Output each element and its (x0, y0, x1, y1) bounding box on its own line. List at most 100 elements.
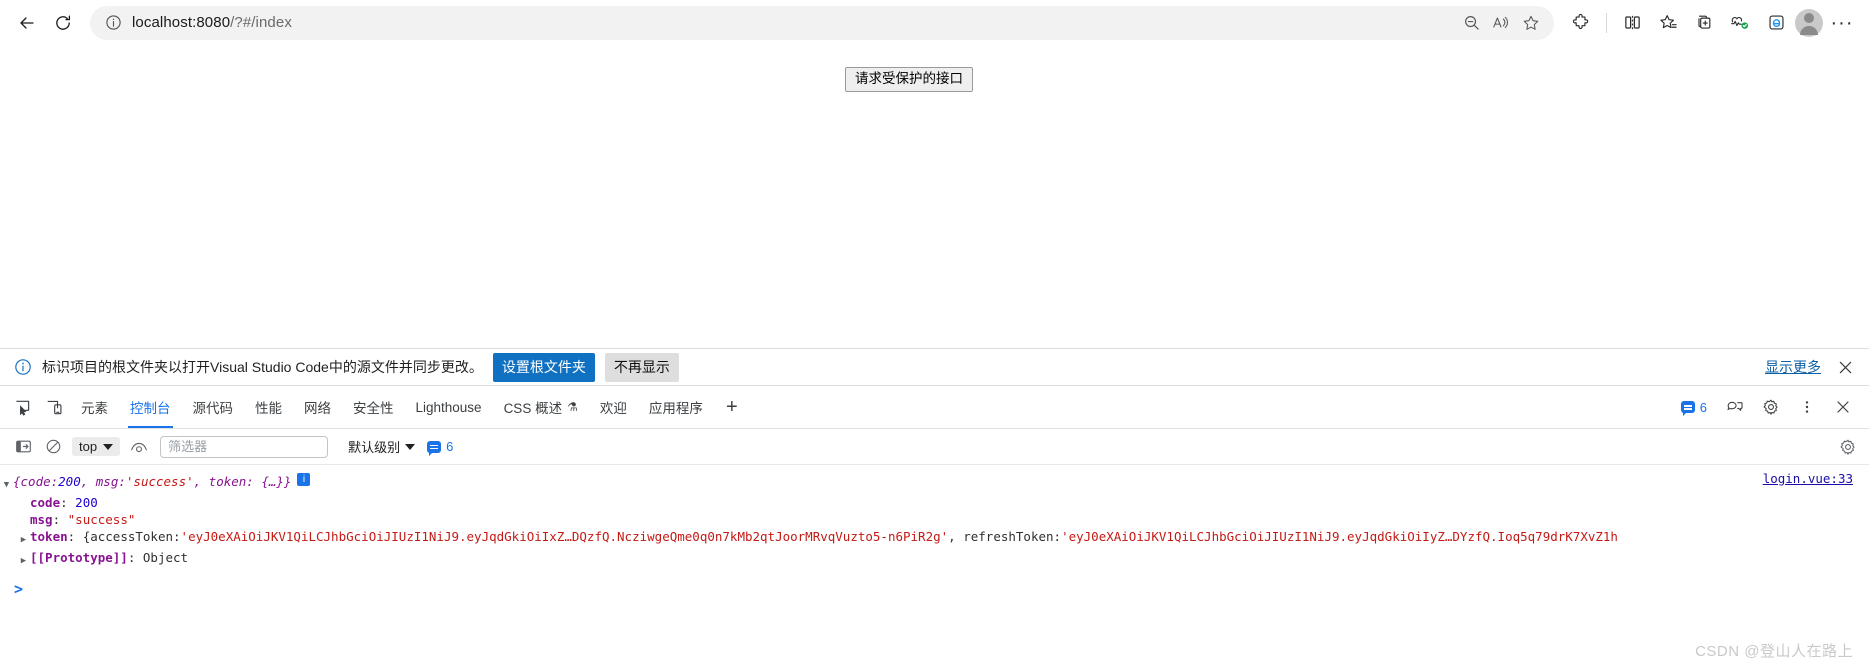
inspect-element-icon[interactable] (6, 386, 38, 428)
browser-essentials-heart-icon[interactable] (1723, 6, 1757, 40)
set-root-folder-button[interactable]: 设置根文件夹 (492, 352, 595, 382)
access-token-value: 'eyJ0eXAiOiJKV1QiLCJhbGciOiJIUzI1NiJ9.ey… (180, 529, 949, 544)
expand-triangle-icon[interactable]: ▼ (0, 473, 13, 494)
log-summary-prefix: {code: (13, 474, 59, 489)
speech-bubble-icon (427, 440, 442, 456)
tab-label: 控制台 (130, 401, 171, 416)
expand-triangle-icon[interactable]: ▶ (17, 549, 30, 570)
favorites-list-icon[interactable] (1651, 6, 1685, 40)
devtools-panel: 元素 控制台 源代码 性能 网络 安全性 Lighthouse CSS 概述 ⚗… (0, 386, 1869, 669)
url-path: /?#/index (230, 14, 292, 31)
close-devtools-icon[interactable] (1827, 399, 1859, 415)
tab-label: 元素 (81, 401, 108, 416)
console-output: login.vue:33 ▼ {code: 200, msg: 'success… (0, 465, 1869, 669)
tab-label: CSS 概述 (503, 401, 563, 416)
log-summary-msg: 'success' (125, 474, 194, 489)
log-prop-row: msg: "success" (30, 512, 136, 527)
url-host: localhost:8080 (132, 14, 231, 31)
add-favorite-star-icon[interactable] (1516, 8, 1546, 38)
more-options-icon[interactable]: ··· (1825, 6, 1859, 40)
tab-label: 应用程序 (648, 401, 703, 416)
console-log-level-select[interactable]: 默认级别 (348, 437, 416, 456)
speech-bubble-icon (1680, 401, 1695, 416)
prop-value: 200 (75, 495, 98, 510)
log-summary-suffix: , token: {…}} (193, 474, 292, 489)
page-viewport: 请求受保护的接口 (0, 45, 1869, 348)
token-open: {accessToken: (82, 529, 181, 544)
token-separator: , refreshToken: (948, 529, 1062, 544)
csdn-watermark: CSDN @登山人在路上 (1695, 643, 1853, 660)
refresh-token-value: 'eyJ0eXAiOiJKV1QiLCJhbGciOiJIUzI1NiJ9.ey… (1061, 529, 1618, 544)
collections-icon[interactable] (1687, 6, 1721, 40)
live-expression-eye-icon[interactable] (126, 435, 152, 459)
tab-security[interactable]: 安全性 (342, 386, 405, 428)
log-prop-row: code: 200 (30, 495, 98, 510)
console-issues-badge[interactable]: 6 (419, 439, 461, 456)
tab-label: 性能 (255, 401, 282, 416)
tab-label: 源代码 (192, 401, 234, 416)
split-screen-icon[interactable] (1615, 6, 1649, 40)
prop-key: code (30, 495, 61, 510)
info-circle-icon (14, 358, 32, 376)
tab-console[interactable]: 控制台 (119, 386, 182, 428)
info-badge-icon[interactable]: i (297, 473, 311, 486)
log-summary-mid: , msg: (80, 474, 126, 489)
level-label: 默认级别 (348, 440, 401, 455)
console-toolbar: top 默认级别 6 (0, 429, 1869, 465)
more-vertical-icon[interactable] (1791, 399, 1823, 415)
url-text: localhost:8080/?#/index (132, 14, 1456, 31)
log-prototype-row[interactable]: ▶ [[Prototype]]: Object (0, 549, 1869, 570)
expand-triangle-icon[interactable]: ▶ (17, 528, 30, 549)
console-settings-gear-icon[interactable] (1835, 435, 1861, 459)
prototype-key: [[Prototype]] (30, 550, 128, 565)
close-icon[interactable] (1835, 357, 1855, 377)
devtools-tabbar-actions: 6 (1673, 386, 1869, 428)
tab-label: 安全性 (353, 401, 394, 416)
toolbar-divider (1606, 12, 1607, 33)
prompt-caret-icon: > (14, 580, 24, 598)
show-more-link[interactable]: 显示更多 (1765, 357, 1821, 377)
request-protected-api-button[interactable]: 请求受保护的接口 (845, 67, 973, 92)
refresh-button[interactable] (46, 6, 80, 40)
address-bar[interactable]: localhost:8080/?#/index (90, 5, 1554, 40)
message-count: 6 (1699, 399, 1707, 415)
tab-sources[interactable]: 源代码 (182, 386, 245, 428)
site-info-icon[interactable] (102, 12, 124, 34)
log-summary-code: 200 (58, 474, 81, 489)
tab-elements[interactable]: 元素 (70, 386, 119, 428)
log-summary-row[interactable]: ▼ {code: 200, msg: 'success', token: {…}… (0, 473, 1869, 494)
dont-show-again-button[interactable]: 不再显示 (604, 352, 679, 382)
prop-value: "success" (67, 512, 136, 527)
zoom-out-icon[interactable] (1456, 8, 1486, 38)
toggle-device-toolbar-icon[interactable] (38, 386, 70, 428)
internet-explorer-icon[interactable] (1759, 6, 1793, 40)
infobar-message: 标识项目的根文件夹以打开Visual Studio Code中的源文件并同步更改… (42, 359, 483, 375)
console-prompt[interactable]: > (0, 570, 1869, 598)
devtools-workspace-infobar: 标识项目的根文件夹以打开Visual Studio Code中的源文件并同步更改… (0, 348, 1869, 386)
read-aloud-icon[interactable] (1486, 8, 1516, 38)
console-filter-input[interactable] (160, 435, 329, 458)
tab-label: 网络 (304, 401, 331, 416)
tab-lighthouse[interactable]: Lighthouse (405, 386, 493, 428)
tab-welcome[interactable]: 欢迎 (589, 386, 638, 428)
console-message-count-badge[interactable]: 6 (1673, 399, 1715, 416)
tab-application[interactable]: 应用程序 (638, 386, 714, 428)
experiment-flask-icon: ⚗ (567, 400, 578, 414)
execution-context-select[interactable]: top (72, 437, 121, 456)
back-button[interactable] (10, 6, 44, 40)
gear-icon[interactable] (1755, 398, 1787, 416)
tab-css-overview[interactable]: CSS 概述 ⚗ (493, 386, 589, 428)
log-token-row[interactable]: ▶ token: {accessToken: 'eyJ0eXAiOiJKV1Qi… (0, 528, 1869, 549)
tab-performance[interactable]: 性能 (244, 386, 293, 428)
tab-label: 欢迎 (599, 401, 627, 416)
console-sidebar-icon[interactable] (10, 435, 36, 459)
issue-count: 6 (446, 439, 454, 454)
console-log-entry: ▼ {code: 200, msg: 'success', token: {…}… (0, 473, 1869, 570)
add-panel-plus-icon[interactable]: + (714, 386, 750, 428)
browser-toolbar: localhost:8080/?#/index ··· (0, 0, 1869, 45)
clear-console-icon[interactable] (40, 435, 66, 459)
profile-avatar-icon[interactable] (1795, 8, 1823, 37)
extensions-puzzle-icon[interactable] (1564, 6, 1598, 40)
feedback-icon[interactable] (1719, 398, 1751, 416)
tab-network[interactable]: 网络 (293, 386, 342, 428)
